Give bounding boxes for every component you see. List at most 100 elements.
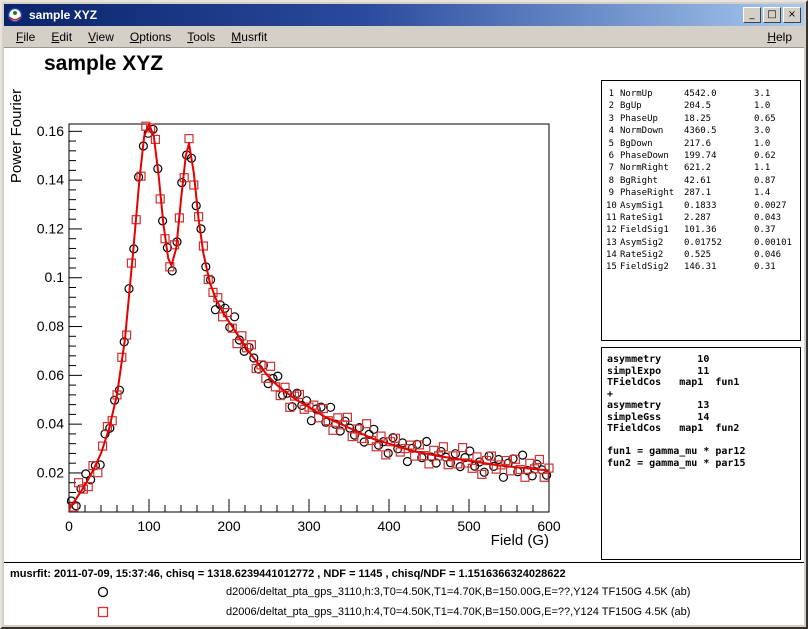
param-no: 10 [606,200,620,212]
param-value: 4360.5 [684,125,754,137]
x-tick-label: 300 [297,518,321,534]
legend-label: d2006/deltat_pta_gps_3110,h:4,T0=4.50K,T… [226,606,690,618]
legend-label: d2006/deltat_pta_gps_3110,h:3,T0=4.50K,T… [226,586,690,598]
canvas-title: sample XYZ [44,52,163,76]
parameter-row: 1NormUp4542.03.1 [606,88,800,100]
param-value: 217.6 [684,138,754,150]
parameter-row: 10AsymSig10.18330.0027 [606,200,800,212]
parameter-box: 1NormUp4542.03.12BgUp204.51.03PhaseUp18.… [601,80,801,341]
fit-stats: musrfit: 2011-07-09, 15:37:46, chisq = 1… [4,562,804,580]
param-name: PhaseUp [620,113,684,125]
y-tick-label: 0.08 [37,318,64,334]
theory-line: asymmetry 10 [607,354,800,366]
y-tick-label: 0.12 [37,220,64,236]
app-icon [7,7,23,23]
y-tick-label: 0.1 [45,269,65,285]
maximize-button[interactable]: □ [763,7,781,23]
y-axis-title: Power Fourier [8,89,25,183]
parameter-row: 3PhaseUp18.250.65 [606,113,800,125]
theory-line: TFieldCos map1 fun1 [607,377,800,389]
param-no: 1 [606,88,620,100]
param-value: 0.1833 [684,200,754,212]
app-window: sample XYZ _ □ × FileEditViewOptionsTool… [0,0,808,629]
param-error: 1.0 [754,138,800,150]
root-canvas[interactable]: sample XYZ 01002003004005006000.020.040.… [4,48,804,625]
menu-help[interactable]: Help [759,28,800,46]
param-name: BgDown [620,138,684,150]
parameter-row: 11RateSig12.2870.043 [606,212,800,224]
parameter-row: 15FieldSig2146.310.31 [606,261,800,273]
menu-edit[interactable]: Edit [43,28,80,46]
param-no: 12 [606,224,620,236]
param-no: 14 [606,249,620,261]
parameter-row: 12FieldSig1101.360.37 [606,224,800,236]
param-value: 199.74 [684,150,754,162]
param-value: 287.1 [684,187,754,199]
param-value: 101.36 [684,224,754,236]
legend-item: d2006/deltat_pta_gps_3110,h:3,T0=4.50K,T… [4,582,804,602]
param-no: 6 [606,150,620,162]
theory-line: asymmetry 13 [607,400,800,412]
param-error: 0.62 [754,150,800,162]
param-value: 42.61 [684,175,754,187]
parameter-row: 14RateSig20.5250.046 [606,249,800,261]
param-name: AsymSig2 [620,237,684,249]
menubar: FileEditViewOptionsToolsMusrfit Help [4,26,804,47]
param-error: 0.0027 [754,200,800,212]
param-value: 0.525 [684,249,754,261]
theory-box: asymmetry 10simplExpo 11TFieldCos map1 f… [601,347,801,560]
fit-line [69,124,549,510]
y-tick-label: 0.16 [37,123,64,139]
param-name: BgRight [620,175,684,187]
param-error: 0.65 [754,113,800,125]
param-name: FieldSig2 [620,261,684,273]
menu-view[interactable]: View [80,28,122,46]
x-tick-label: 500 [457,518,481,534]
param-name: BgUp [620,100,684,112]
theory-line: + [607,389,800,401]
titlebar[interactable]: sample XYZ _ □ × [4,4,804,26]
y-tick-label: 0.14 [37,172,64,188]
param-error: 0.87 [754,175,800,187]
menu-file[interactable]: File [8,28,43,46]
x-tick-label: 200 [217,518,241,534]
plot[interactable]: 01002003004005006000.020.040.060.080.10.… [4,78,604,556]
param-value: 0.01752 [684,237,754,249]
param-value: 621.2 [684,162,754,174]
x-tick-label: 400 [377,518,401,534]
param-error: 0.046 [754,249,800,261]
close-button[interactable]: × [783,7,801,23]
x-axis-title: Field (G) [491,532,549,549]
menu-options[interactable]: Options [122,28,179,46]
param-error: 3.0 [754,125,800,137]
legend: d2006/deltat_pta_gps_3110,h:3,T0=4.50K,T… [4,582,804,622]
theory-line [607,435,800,447]
param-name: NormRight [620,162,684,174]
param-value: 18.25 [684,113,754,125]
menu-musrfit[interactable]: Musrfit [223,28,275,46]
param-error: 1.1 [754,162,800,174]
plot-frame [69,124,549,512]
param-no: 4 [606,125,620,137]
parameter-row: 4NormDown4360.53.0 [606,125,800,137]
data-series-square [70,122,553,511]
parameter-row: 6PhaseDown199.740.62 [606,150,800,162]
param-name: FieldSig1 [620,224,684,236]
param-error: 0.00101 [754,237,800,249]
theory-line: simpleGss 14 [607,412,800,424]
circle-marker-icon [96,585,110,599]
param-name: RateSig1 [620,212,684,224]
param-no: 5 [606,138,620,150]
param-value: 4542.0 [684,88,754,100]
menu-tools[interactable]: Tools [179,28,223,46]
param-value: 2.287 [684,212,754,224]
minimize-button[interactable]: _ [743,7,761,23]
y-tick-label: 0.02 [37,464,64,480]
param-name: PhaseRight [620,187,684,199]
param-error: 1.0 [754,100,800,112]
param-no: 8 [606,175,620,187]
param-no: 9 [606,187,620,199]
param-no: 2 [606,100,620,112]
y-tick-label: 0.06 [37,367,64,383]
param-no: 15 [606,261,620,273]
